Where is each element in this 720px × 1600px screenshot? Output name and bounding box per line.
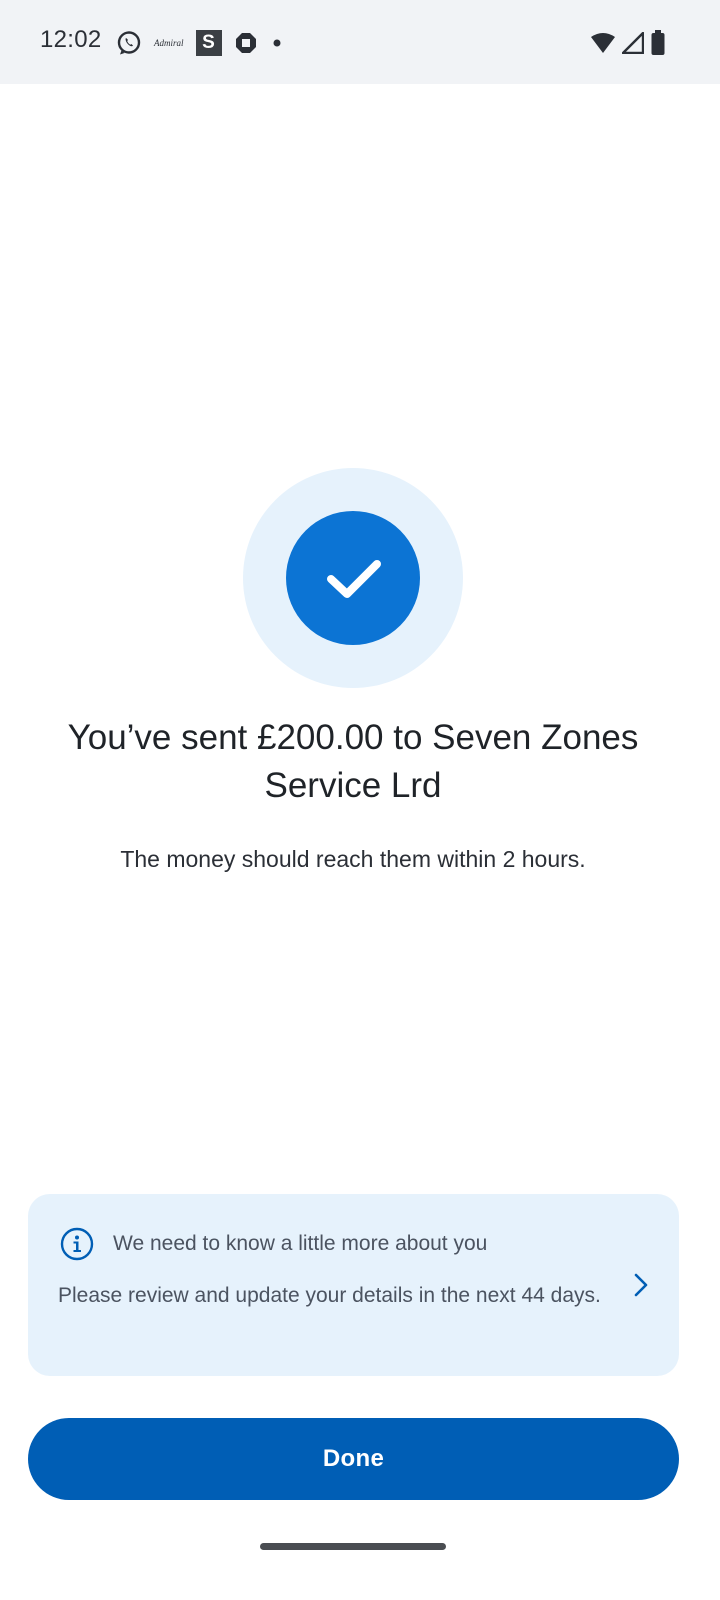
status-bar: 12:02 Admiral S: [0, 0, 720, 84]
info-card-title: We need to know a little more about you: [113, 1232, 488, 1255]
chase-icon: [234, 31, 258, 55]
s-app-icon: S: [195, 30, 222, 56]
admiral-icon: Admiral: [154, 38, 184, 48]
chevron-right-icon[interactable]: [629, 1270, 653, 1300]
info-icon: [60, 1227, 94, 1261]
info-card-body: Please review and update your details in…: [58, 1284, 601, 1307]
cell-signal-icon: [622, 32, 644, 54]
dot-icon: [270, 36, 284, 50]
system-icons: [590, 28, 666, 58]
home-indicator[interactable]: [260, 1543, 446, 1550]
checkmark-icon: [286, 511, 420, 645]
wifi-icon: [590, 32, 616, 54]
update-details-card[interactable]: We need to know a little more about you …: [28, 1194, 679, 1376]
status-time: 12:02: [40, 26, 102, 53]
whatsapp-icon: [116, 30, 142, 56]
confirmation-message: The money should reach them within 2 hou…: [120, 846, 586, 872]
done-button[interactable]: Done: [28, 1418, 679, 1500]
battery-icon: [650, 30, 666, 56]
confirmation-headline: You’ve sent £200.00 to Seven Zones Servi…: [67, 718, 639, 805]
notification-icons: Admiral S: [116, 28, 284, 58]
